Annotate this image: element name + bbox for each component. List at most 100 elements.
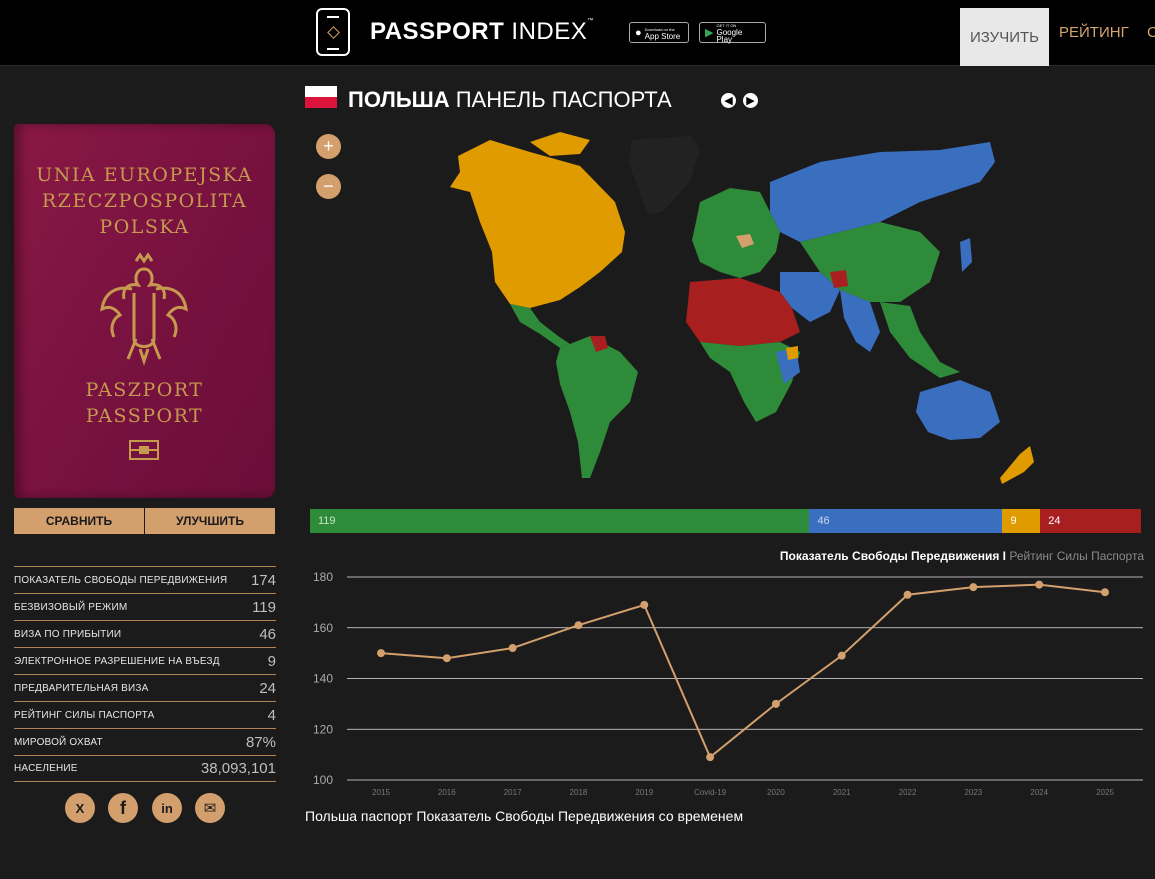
stat-label: РЕЙТИНГ СИЛЫ ПАСПОРТА <box>14 709 155 721</box>
stat-value: 46 <box>259 625 276 643</box>
chart-tabs: Показатель Свободы Передвижения I Рейтин… <box>780 549 1144 563</box>
stat-label: ПОКАЗАТЕЛЬ СВОБОДЫ ПЕРЕДВИЖЕНИЯ <box>14 574 228 586</box>
stat-row: ПОКАЗАТЕЛЬ СВОБОДЫ ПЕРЕДВИЖЕНИЯ 174 <box>14 566 276 593</box>
chart-caption: Польша паспорт Показатель Свободы Передв… <box>305 808 744 824</box>
zoom-in-button[interactable]: + <box>316 134 341 159</box>
map-region-kenya <box>786 346 798 360</box>
stat-value: 38,093,101 <box>200 760 276 777</box>
y-tick-label: 160 <box>313 621 333 635</box>
stat-row: БЕЗВИЗОВЫЙ РЕЖИМ 119 <box>14 593 276 620</box>
map-region-arctic-canada <box>530 132 590 156</box>
stat-label: БЕЗВИЗОВЫЙ РЕЖИМ <box>14 601 128 613</box>
poland-flag-icon <box>305 86 337 108</box>
access-bar-segment-eta[interactable]: 9 <box>1002 509 1041 533</box>
x-tick-label: 2022 <box>899 788 917 797</box>
x-tick-label: 2021 <box>833 788 851 797</box>
map-region-north-america <box>450 140 625 308</box>
stat-label: ВИЗА ПО ПРИБЫТИИ <box>14 628 122 640</box>
data-point[interactable] <box>771 699 780 708</box>
previous-country-button[interactable]: ◀ <box>721 93 736 108</box>
improve-button[interactable]: УЛУЧШИТЬ <box>145 508 275 534</box>
polish-eagle-emblem-icon <box>100 252 188 366</box>
y-tick-label: 120 <box>313 722 333 736</box>
tab-separator: I <box>999 549 1010 563</box>
stat-label: ЭЛЕКТРОННОЕ РАЗРЕШЕНИЕ НА ВЪЕЗД <box>14 655 220 667</box>
x-tick-label: 2025 <box>1096 788 1114 797</box>
tab-mobility-score[interactable]: Показатель Свободы Передвижения <box>780 549 999 563</box>
access-bar-segment-visa-required[interactable]: 24 <box>1040 509 1141 533</box>
world-visa-map[interactable] <box>400 122 1060 490</box>
y-tick-label: 140 <box>313 672 333 686</box>
page-title: ПОЛЬША ПАНЕЛЬ ПАСПОРТА <box>348 87 672 112</box>
x-tick-label: 2020 <box>767 788 785 797</box>
series-line <box>380 583 1106 759</box>
stat-row: МИРОВОЙ ОХВАТ 87% <box>14 728 276 755</box>
email-icon[interactable]: ✉ <box>195 793 225 823</box>
y-tick-label: 100 <box>313 773 333 787</box>
passport-cover-text: RZECZPOSPOLITA <box>41 190 248 212</box>
data-point[interactable] <box>442 654 451 663</box>
passport-index-logo-icon[interactable] <box>316 8 350 56</box>
map-region-europe <box>692 188 780 278</box>
mobility-score-chart: 100 120 140 160 180 2015 2016 2017 2018 2019 Covid… <box>313 570 1143 797</box>
passport-stats-list: ПОКАЗАТЕЛЬ СВОБОДЫ ПЕРЕДВИЖЕНИЯ 174 БЕЗВИЗ… <box>14 566 276 782</box>
google-play-icon: ▶ <box>705 27 714 39</box>
passport-cover-text: UNIA EUROPEJSKA <box>36 164 253 186</box>
data-point[interactable] <box>508 644 517 653</box>
biometric-chip-icon <box>129 440 159 460</box>
x-tick-label: Covid-19 <box>694 788 727 797</box>
stat-label: МИРОВОЙ ОХВАТ <box>14 736 103 748</box>
stat-value: 87% <box>245 733 276 751</box>
x-tick-label: 2024 <box>1030 788 1048 797</box>
map-region-southeast-asia <box>880 302 960 378</box>
stat-value: 4 <box>267 706 276 724</box>
apple-icon: ● <box>635 26 642 39</box>
map-region-central-america <box>510 304 570 348</box>
stat-row: РЕЙТИНГ СИЛЫ ПАСПОРТА 4 <box>14 701 276 728</box>
passport-cover-text: PASZPORT <box>85 379 204 401</box>
stat-label: ПРЕДВАРИТЕЛЬНАЯ ВИЗА <box>14 682 149 694</box>
stat-row: ВИЗА ПО ПРИБЫТИИ 46 <box>14 620 276 647</box>
x-tick-label: 2017 <box>504 788 522 797</box>
stat-row: НАСЕЛЕНИЕ 38,093,101 <box>14 755 276 782</box>
nav-more[interactable]: С <box>1147 24 1155 41</box>
passport-actions: СРАВНИТЬ УЛУЧШИТЬ <box>14 508 275 534</box>
x-tick-label: 2016 <box>438 788 456 797</box>
data-point[interactable] <box>1035 580 1044 589</box>
brand-name[interactable]: PASSPORT INDEX™ <box>370 18 594 46</box>
data-point[interactable] <box>969 583 978 592</box>
stat-value: 24 <box>259 679 276 697</box>
compare-button[interactable]: СРАВНИТЬ <box>14 508 144 534</box>
map-region-australia <box>916 380 1000 440</box>
passport-cover-image: UNIA EUROPEJSKA RZECZPOSPOLITA POLSKA PA… <box>14 124 275 498</box>
next-country-button[interactable]: ▶ <box>743 93 758 108</box>
linkedin-icon[interactable]: in <box>152 793 182 823</box>
zoom-out-button[interactable]: − <box>316 174 341 199</box>
access-bar-segment-visa-free[interactable]: 119 <box>310 509 810 533</box>
app-store-badge[interactable]: ● Download on the App Store <box>629 22 689 43</box>
facebook-icon[interactable]: f <box>108 793 138 823</box>
data-point[interactable] <box>377 649 385 658</box>
map-region-new-zealand <box>1000 446 1034 484</box>
data-point[interactable] <box>574 621 583 630</box>
stat-value: 9 <box>267 652 276 670</box>
nav-rank[interactable]: РЕЙТИНГ <box>1059 24 1129 41</box>
x-tick-label: 2023 <box>964 788 982 797</box>
data-point[interactable] <box>837 651 846 660</box>
data-point[interactable] <box>640 600 649 609</box>
data-point[interactable] <box>1101 588 1109 597</box>
stat-value: 119 <box>252 598 276 616</box>
google-play-badge[interactable]: ▶ GET IT ON Google Play <box>699 22 766 44</box>
x-twitter-icon[interactable]: X <box>65 793 95 823</box>
access-bar-segment-visa-on-arrival[interactable]: 46 <box>809 509 1003 533</box>
data-point[interactable] <box>706 753 715 762</box>
passport-cover-text: POLSKA <box>99 216 190 238</box>
nav-explore[interactable]: ИЗУЧИТЬ <box>960 8 1049 66</box>
stat-value: 174 <box>250 571 276 589</box>
passport-cover-text: PASSPORT <box>85 405 204 427</box>
stat-row: ПРЕДВАРИТЕЛЬНАЯ ВИЗА 24 <box>14 674 276 701</box>
data-point[interactable] <box>903 590 912 599</box>
stat-label: НАСЕЛЕНИЕ <box>14 763 78 774</box>
map-region-japan <box>960 238 972 272</box>
tab-power-rank[interactable]: Рейтинг Силы Паспорта <box>1009 549 1144 563</box>
